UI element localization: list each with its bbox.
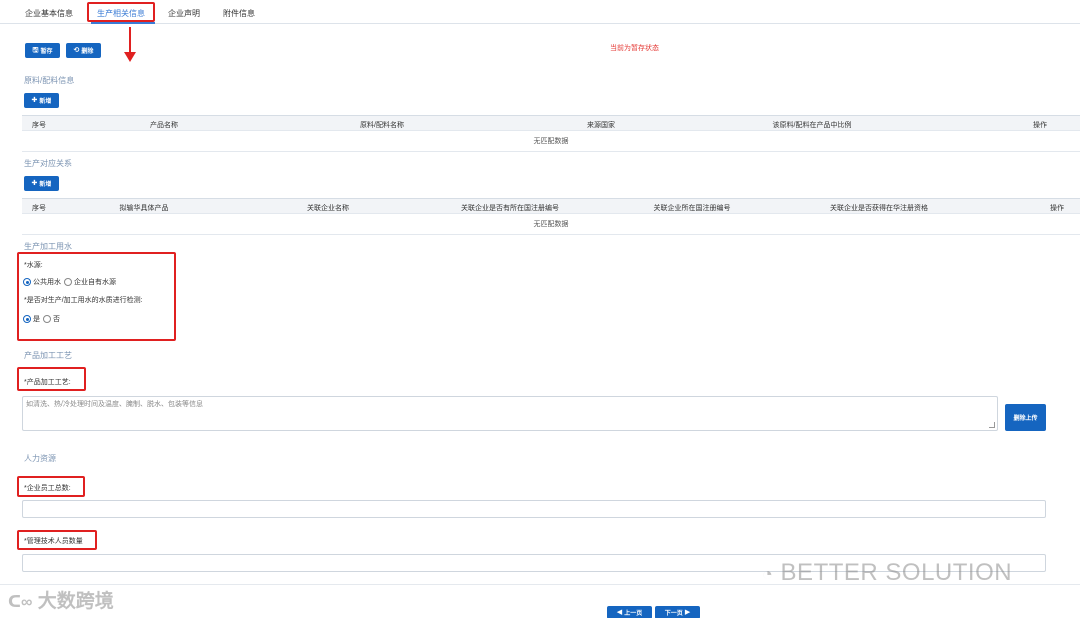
plus-icon: ✚ <box>31 97 38 104</box>
save-draft-button[interactable]: 🖫 暂存 <box>25 43 60 58</box>
watermark-left: ᑕ∞ 大数跨境 <box>8 586 114 613</box>
employees-label: *企业员工总数: <box>24 485 71 492</box>
materials-empty-text: 无匹配数据 <box>533 138 569 145</box>
column-header: 关联企业是否有所在国注册编号 <box>461 205 559 212</box>
materials-table-header: 序号 产品名称 原料/配料名称 来源国家 该原料/配料在产品中比例 操作 <box>22 116 1080 131</box>
annotation-highlight-tab <box>87 2 155 22</box>
column-header: 该原料/配料在产品中比例 <box>772 122 852 129</box>
materials-section-title: 原料/配料信息 <box>24 76 75 85</box>
watermark-right: ◔ BETTER SOLUTION <box>762 559 1012 587</box>
tab-declaration[interactable]: 企业声明 <box>168 8 200 19</box>
plus-icon: ✚ <box>31 180 38 187</box>
next-page-label: 下一页 <box>664 611 683 617</box>
relations-add-button[interactable]: ✚ 新增 <box>24 176 59 191</box>
radio-unchecked-icon[interactable] <box>64 278 72 286</box>
radio-option[interactable]: 否 <box>43 314 60 324</box>
tab-bar: 企业基本信息 生产相关信息 企业声明 附件信息 <box>0 0 1080 24</box>
prev-page-button[interactable]: ◀ 上一页 <box>607 606 652 618</box>
next-page-button[interactable]: 下一页 ▶ <box>655 606 700 618</box>
arrow-left-icon: ◀ <box>616 609 623 616</box>
option-label: 企业自有水源 <box>74 279 116 286</box>
relations-table: 序号 拟输华具体产品 关联企业名称 关联企业是否有所在国注册编号 关联企业所在国… <box>22 198 1080 235</box>
relations-section-title: 生产对应关系 <box>24 159 72 168</box>
annotation-arrow-icon <box>124 27 136 62</box>
upload-button[interactable]: 删除上传 <box>1005 404 1046 431</box>
save-icon: 🖫 <box>32 47 39 54</box>
radio-checked-icon[interactable] <box>23 278 31 286</box>
column-header: 来源国家 <box>587 122 615 129</box>
process-field-label: *产品加工工艺: <box>24 379 71 386</box>
option-label: 否 <box>53 316 60 323</box>
materials-table: 序号 产品名称 原料/配料名称 来源国家 该原料/配料在产品中比例 操作 无匹配… <box>22 115 1080 152</box>
refresh-icon: ⟲ <box>73 47 80 54</box>
tab-basic-info[interactable]: 企业基本信息 <box>25 8 73 19</box>
radio-checked-icon[interactable] <box>23 315 31 323</box>
hr-section-title: 人力资源 <box>24 454 56 463</box>
process-textarea[interactable]: 如清洗、热/冷处理时间及温度、腌制、脱水、包装等信息 <box>22 396 998 431</box>
water-test-options: 是 否 <box>23 314 63 324</box>
radio-option[interactable]: 公共用水 <box>23 277 61 287</box>
water-section-title: 生产加工用水 <box>24 242 72 251</box>
column-header: 操作 <box>1033 122 1047 129</box>
column-header: 产品名称 <box>150 122 178 129</box>
column-header: 原料/配料名称 <box>360 122 404 129</box>
column-header: 关联企业名称 <box>307 205 349 212</box>
relations-table-header: 序号 拟输华具体产品 关联企业名称 关联企业是否有所在国注册编号 关联企业所在国… <box>22 199 1080 214</box>
water-source-label: *水源: <box>24 262 43 269</box>
delete-button[interactable]: ⟲ 删除 <box>66 43 101 58</box>
option-label: 是 <box>33 316 40 323</box>
watermark-logo-icon: ᑕ∞ <box>8 594 33 611</box>
radio-unchecked-icon[interactable] <box>43 315 51 323</box>
tech-staff-label: *管理技术人员数量 <box>24 538 83 545</box>
employees-input[interactable] <box>22 500 1046 518</box>
process-placeholder: 如清洗、热/冷处理时间及温度、腌制、脱水、包装等信息 <box>26 401 203 408</box>
prev-page-label: 上一页 <box>624 611 643 617</box>
materials-add-label: 新增 <box>39 99 52 105</box>
watermark-left-text: 大数跨境 <box>37 591 114 612</box>
option-label: 公共用水 <box>33 279 61 286</box>
tab-active-indicator <box>91 22 155 24</box>
process-section-title: 产品加工工艺 <box>24 351 72 360</box>
relations-empty-text: 无匹配数据 <box>533 221 569 228</box>
column-header: 序号 <box>32 122 46 129</box>
column-header: 操作 <box>1050 205 1064 212</box>
resize-handle-icon[interactable] <box>989 422 995 428</box>
delete-label: 删除 <box>81 49 94 55</box>
save-draft-label: 暂存 <box>40 49 53 55</box>
arrow-right-icon: ▶ <box>684 609 691 616</box>
status-text: 当前为暂存状态 <box>610 45 659 52</box>
wechat-icon: ◔ <box>762 564 774 584</box>
water-source-options: 公共用水 企业自有水源 <box>23 277 119 287</box>
watermark-right-text: BETTER SOLUTION <box>780 559 1013 586</box>
column-header: 关联企业所在国注册编号 <box>653 205 731 212</box>
materials-add-button[interactable]: ✚ 新增 <box>24 93 59 108</box>
tab-attachments[interactable]: 附件信息 <box>223 8 255 19</box>
water-test-label: *是否对生产/加工用水的水质进行检测: <box>24 297 143 304</box>
column-header: 关联企业是否获得在华注册资格 <box>830 205 928 212</box>
radio-option[interactable]: 是 <box>23 314 40 324</box>
radio-option[interactable]: 企业自有水源 <box>64 277 116 287</box>
column-header: 拟输华具体产品 <box>119 205 169 212</box>
column-header: 序号 <box>32 205 46 212</box>
relations-add-label: 新增 <box>39 182 52 188</box>
